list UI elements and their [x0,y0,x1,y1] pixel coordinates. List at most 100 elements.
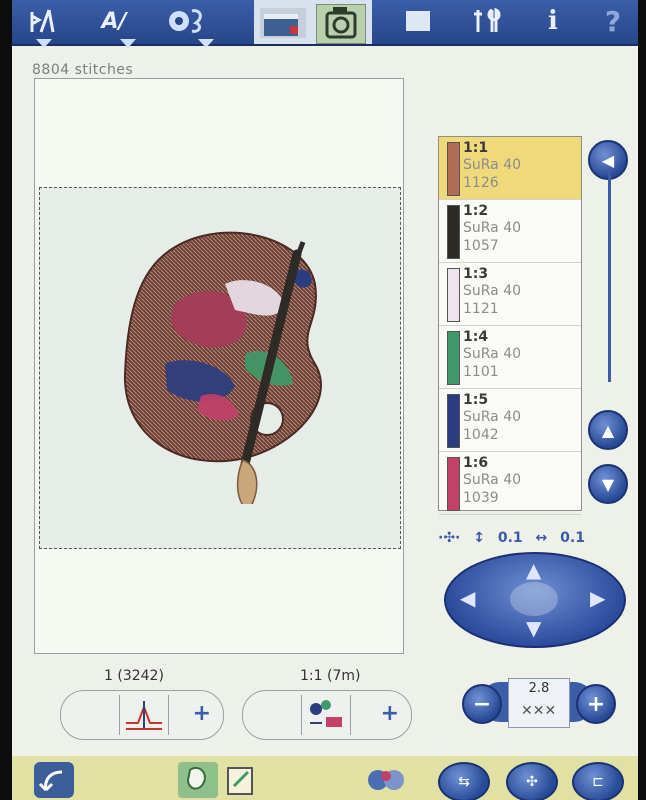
arrow-up-icon: ▲ [601,420,615,440]
bottom-toolbar: ⇆ ✣ ⊏ [12,756,638,800]
settings-button[interactable] [468,4,508,38]
color-position-minus-button[interactable] [259,701,289,729]
dropdown-caret-icon [36,39,52,48]
stitch-width-display: 2.8 ✕✕✕ [508,678,570,728]
dropdown-caret-icon [120,39,136,48]
color-position-control: + [242,690,412,740]
color-item[interactable]: 1:6 SuRa 40 1039 [439,452,581,515]
design-view-button[interactable] [178,762,218,798]
design-view-icon [186,766,206,790]
move-up-button[interactable]: ▲ [526,558,541,582]
vertical-step-icon: ↕ [473,530,485,546]
horizontal-step-icon: ↔ [535,530,548,546]
embroidery-menu-icon [169,9,202,33]
horizontal-step-value: 0.1 [560,530,585,546]
color-swatch [447,142,460,196]
thread-number: 1126 [463,175,499,191]
stitch-out-icon [325,7,357,39]
edit-design-icon [227,767,253,795]
stitch-width-control: 2.8 ✕✕✕ − + [462,678,616,728]
zigzag-icon: ✕✕✕ [521,703,557,719]
bobbin-button[interactable]: ✣ [506,762,558,800]
stitch-count: 8804 stitches [32,62,134,78]
stitch-width-value: 2.8 [528,681,550,696]
color-item[interactable]: 1:4 SuRa 40 1101 [439,326,581,389]
stitch-position-minus-button[interactable] [77,701,107,729]
color-item[interactable]: 1:5 SuRa 40 1042 [439,389,581,452]
stitch-out-button[interactable] [316,4,366,44]
edit-mode-icon [264,14,298,36]
help-label: ? [604,4,622,38]
arrow-down-icon: ▼ [601,474,615,494]
color-index: 1:2 [463,203,489,219]
thread-number: 1057 [463,238,499,254]
move-step-legend: ·✣· ↕ 0.1 ↔ 0.1 [438,530,593,546]
thread-name: SuRa 40 [463,346,522,362]
color-options-icon [368,770,404,790]
color-item[interactable]: 1:3 SuRa 40 1121 [439,263,581,326]
stitch-position-label: 1 (3242) [104,668,164,684]
color-position-plus-button[interactable]: + [381,701,399,726]
design-preview[interactable] [105,214,345,504]
arrow-left-icon: ◀ [601,150,615,170]
trim-button[interactable]: ⇆ [438,762,490,800]
trim-icon: ⇆ [458,774,470,790]
stitch-menu-icon [30,9,55,33]
move-down-button[interactable]: ▼ [526,616,541,640]
color-item[interactable]: 1:2 SuRa 40 1057 [439,200,581,263]
text-menu-button[interactable]: A∕ [90,4,138,48]
help-button[interactable]: ? [596,4,630,38]
color-swatch [447,394,460,448]
plus-icon: + [586,691,606,717]
bobbin-icon: ✣ [526,774,538,790]
info-button[interactable]: i [538,4,568,38]
move-center-icon: ·✣· [438,530,461,546]
stitch-width-minus-button[interactable]: − [462,684,502,724]
color-swatch [447,205,460,259]
scroll-down-button[interactable]: ▼ [588,464,628,504]
scroll-up-button[interactable]: ▲ [588,410,628,450]
thread-name: SuRa 40 [463,409,522,425]
color-list-scrollbar[interactable] [608,170,611,382]
thread-name: SuRa 40 [463,283,522,299]
text-menu-label: A∕ [101,8,127,34]
thread-number: 1121 [463,301,499,317]
dropdown-caret-icon [198,39,214,48]
color-index: 1:6 [463,455,489,471]
color-index: 1:5 [463,392,489,408]
color-options-button[interactable] [360,762,412,798]
stitch-width-plus-button[interactable]: + [576,684,616,724]
thread-name: SuRa 40 [463,472,522,488]
color-list: 1:1 SuRa 40 1126 1:2 SuRa 40 1057 1:3 SuRa 40 11… [438,136,582,515]
thread-name: SuRa 40 [463,220,522,236]
back-button[interactable] [34,762,74,798]
vertical-step-value: 0.1 [497,530,523,546]
embroidery-menu-button[interactable] [160,4,214,48]
thread-number: 1101 [463,364,499,380]
edit-design-button[interactable] [222,762,260,798]
cut-button[interactable]: ⊏ [572,762,624,800]
color-item[interactable]: 1:1 SuRa 40 1126 [439,137,581,200]
back-arrow-icon [38,770,63,792]
hoop-area[interactable] [34,78,404,654]
stitch-menu-button[interactable] [22,4,62,48]
stitch-position-icon [119,695,169,735]
stitch-position-plus-button[interactable]: + [193,701,211,726]
move-right-button[interactable]: ▶ [590,586,605,610]
info-label: i [548,6,558,36]
color-index: 1:3 [463,266,489,282]
file-manager-button[interactable] [400,4,436,38]
edit-mode-button[interactable] [260,8,306,38]
move-left-button[interactable]: ◀ [460,586,475,610]
color-position-label: 1:1 (7m) [300,668,361,684]
color-swatch [447,331,460,385]
color-position-icon [301,695,351,735]
file-manager-icon [406,11,430,31]
dpad-center [510,582,558,616]
settings-icon [474,7,501,32]
top-toolbar: A∕ i ? [12,0,638,48]
color-index: 1:1 [463,140,489,156]
thread-number: 1042 [463,427,499,443]
color-index: 1:4 [463,329,489,345]
move-design-dpad: ▲ ▼ ◀ ▶ [444,552,626,648]
